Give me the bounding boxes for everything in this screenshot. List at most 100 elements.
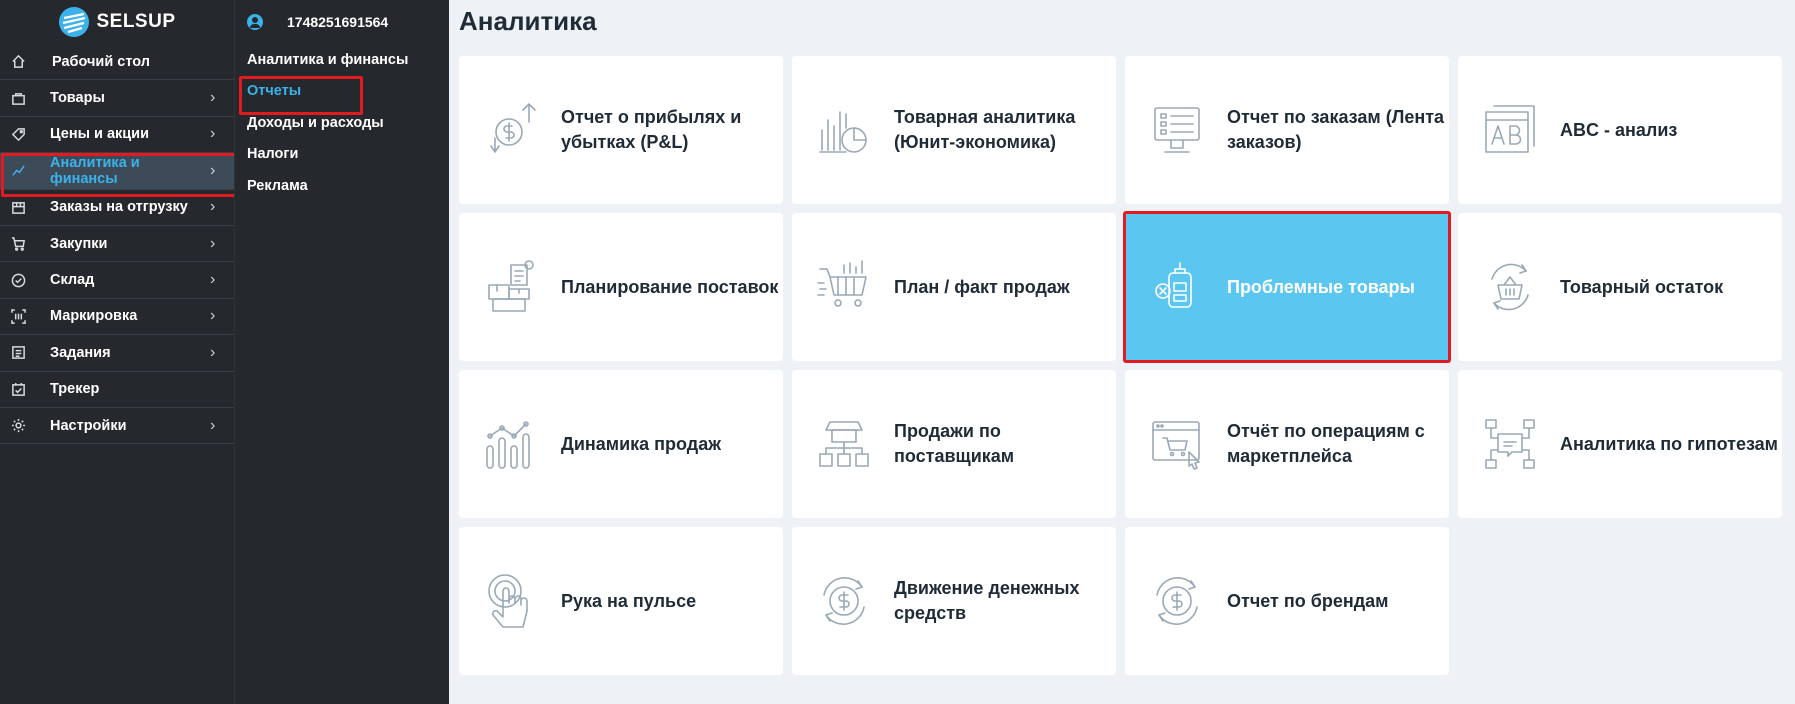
gear-icon: [10, 418, 26, 434]
sidebar-item-label: Настройки: [50, 417, 127, 434]
logo-text: SELSUP: [96, 11, 176, 32]
main-content: Аналитика Отчет о прибылях и убытках (P&…: [449, 0, 1795, 704]
card-title: Планирование поставок: [561, 276, 779, 297]
report-card-abc[interactable]: ABC - анализ: [1458, 56, 1782, 204]
sidebar-item-tracker[interactable]: Трекер: [0, 372, 234, 408]
card-title: Рука на пульсе: [561, 590, 697, 611]
report-card-stock-balance[interactable]: Товарный остаток: [1458, 213, 1782, 361]
chevron-right-icon: ›: [210, 89, 216, 107]
report-card-pnl[interactable]: Отчет о прибылях и убытках (P&L): [459, 56, 783, 204]
chevron-right-icon: ›: [210, 307, 216, 325]
sidebar-item-shipments[interactable]: Заказы на отгрузку ›: [0, 190, 234, 226]
card-title: Движение денежных средств: [894, 578, 1080, 623]
tasks-icon: [10, 345, 26, 361]
card-title: Проблемные товары: [1227, 276, 1415, 297]
user-id: 1748251691564: [287, 14, 389, 30]
chevron-right-icon: ›: [210, 198, 216, 216]
sidebar-item-tasks[interactable]: Задания ›: [0, 335, 234, 372]
sidebar-item-label: Товары: [50, 90, 105, 107]
hand-pulse-icon: [483, 573, 539, 629]
card-title: Отчёт по операциям с маркетплейса: [1227, 421, 1425, 466]
subnav-panel: 1748251691564 Аналитика и финансы Отчеты…: [234, 0, 449, 704]
card-title: Отчет о прибылях и убытках (P&L): [561, 107, 742, 152]
sidebar-item-prices[interactable]: Цены и акции ›: [0, 117, 234, 154]
report-card-suppliers-sales[interactable]: Продажи по поставщикам: [792, 370, 1116, 518]
subnav-item-ads[interactable]: Реклама: [235, 170, 449, 202]
sidebar: SELSUP Рабочий стол Товары › Цены и акци…: [0, 0, 237, 704]
chevron-right-icon: ›: [210, 161, 216, 179]
sidebar-item-label: Задания: [50, 344, 111, 361]
sidebar-item-label: Цены и акции: [50, 126, 150, 143]
plan-fact-icon: [816, 259, 872, 315]
sidebar-item-purchases[interactable]: Закупки ›: [0, 226, 234, 263]
sidebar-item-label: Трекер: [50, 381, 100, 398]
report-card-product-analytics[interactable]: Товарная аналитика (Юнит-экономика): [792, 56, 1116, 204]
card-title: Товарная аналитика (Юнит-экономика): [894, 107, 1076, 152]
sidebar-item-marking[interactable]: Маркировка ›: [0, 299, 234, 336]
card-title: Отчет по заказам (Лента заказов): [1227, 107, 1445, 152]
sidebar-item-analytics[interactable]: Аналитика и финансы ›: [0, 153, 237, 198]
report-card-marketplace-operations[interactable]: Отчёт по операциям с маркетплейса: [1125, 370, 1449, 518]
problem-products-icon: [1149, 259, 1205, 315]
report-card-plan-fact[interactable]: План / факт продаж: [792, 213, 1116, 361]
sidebar-item-products[interactable]: Товары ›: [0, 80, 234, 117]
subnav-item-income-expenses[interactable]: Доходы и расходы: [235, 107, 449, 139]
report-card-problem-products[interactable]: Проблемные товары: [1123, 211, 1451, 363]
home-icon: [10, 54, 26, 70]
chevron-right-icon: ›: [210, 343, 216, 361]
sidebar-item-label: Заказы на отгрузку: [50, 199, 188, 216]
report-card-hypotheses[interactable]: Аналитика по гипотезам: [1458, 370, 1782, 518]
sidebar-item-dashboard[interactable]: Рабочий стол: [0, 44, 234, 81]
subnav-heading[interactable]: Аналитика и финансы: [235, 44, 449, 76]
sidebar-item-label: Рабочий стол: [52, 53, 150, 70]
user-icon: [247, 14, 263, 30]
card-title: Товарный остаток: [1560, 276, 1724, 297]
chevron-right-icon: ›: [210, 271, 216, 289]
card-title: Динамика продаж: [561, 433, 721, 454]
tag-icon: [10, 126, 26, 142]
check-circle-icon: [10, 272, 26, 288]
cart-icon: [10, 236, 26, 252]
report-card-orders[interactable]: Отчет по заказам (Лента заказов): [1125, 56, 1449, 204]
stock-balance-icon: [1482, 259, 1538, 315]
suppliers-sales-icon: [816, 416, 872, 472]
product-analytics-icon: [816, 102, 872, 158]
card-title: План / факт продаж: [894, 276, 1070, 297]
report-card-cash-flow[interactable]: Движение денежных средств: [792, 527, 1116, 675]
brands-report-icon: [1149, 573, 1205, 629]
card-title: Отчет по брендам: [1227, 590, 1389, 611]
sidebar-item-settings[interactable]: Настройки ›: [0, 408, 234, 445]
sidebar-item-label: Закупки: [50, 235, 108, 252]
sales-dynamics-icon: [483, 416, 539, 472]
subnav-item-taxes[interactable]: Налоги: [235, 139, 449, 171]
sidebar-item-label: Склад: [50, 272, 95, 289]
sidebar-nav: Рабочий стол Товары › Цены и акции › Ана…: [0, 44, 237, 445]
sidebar-item-label: Аналитика и финансы: [50, 154, 140, 187]
logo-icon: [59, 7, 90, 37]
chart-line-icon: [10, 163, 26, 179]
report-card-sales-dynamics[interactable]: Динамика продаж: [459, 370, 783, 518]
reports-grid: Отчет о прибылях и убытках (P&L) Товарна…: [459, 56, 1782, 675]
bag-icon: [10, 90, 26, 106]
report-card-brands[interactable]: Отчет по брендам: [1125, 527, 1449, 675]
box-icon: [10, 199, 26, 215]
orders-report-icon: [1149, 102, 1205, 158]
logo[interactable]: SELSUP: [0, 0, 234, 44]
sidebar-item-label: Маркировка: [50, 308, 138, 325]
calendar-check-icon: [10, 381, 26, 397]
chevron-right-icon: ›: [210, 234, 216, 252]
profit-loss-icon: [483, 102, 539, 158]
chevron-right-icon: ›: [210, 125, 216, 143]
supply-planning-icon: [483, 259, 539, 315]
barcode-icon: [10, 308, 26, 324]
sidebar-item-warehouse[interactable]: Склад ›: [0, 262, 234, 299]
report-card-hand-pulse[interactable]: Рука на пульсе: [459, 527, 783, 675]
card-title: Аналитика по гипотезам: [1560, 433, 1778, 454]
subnav-item-reports[interactable]: Отчеты: [235, 75, 449, 114]
abc-analysis-icon: [1482, 102, 1538, 158]
hypotheses-icon: [1482, 416, 1538, 472]
user-row[interactable]: 1748251691564: [235, 0, 449, 44]
report-card-supply-planning[interactable]: Планирование поставок: [459, 213, 783, 361]
chevron-right-icon: ›: [210, 416, 216, 434]
marketplace-operations-icon: [1149, 416, 1205, 472]
